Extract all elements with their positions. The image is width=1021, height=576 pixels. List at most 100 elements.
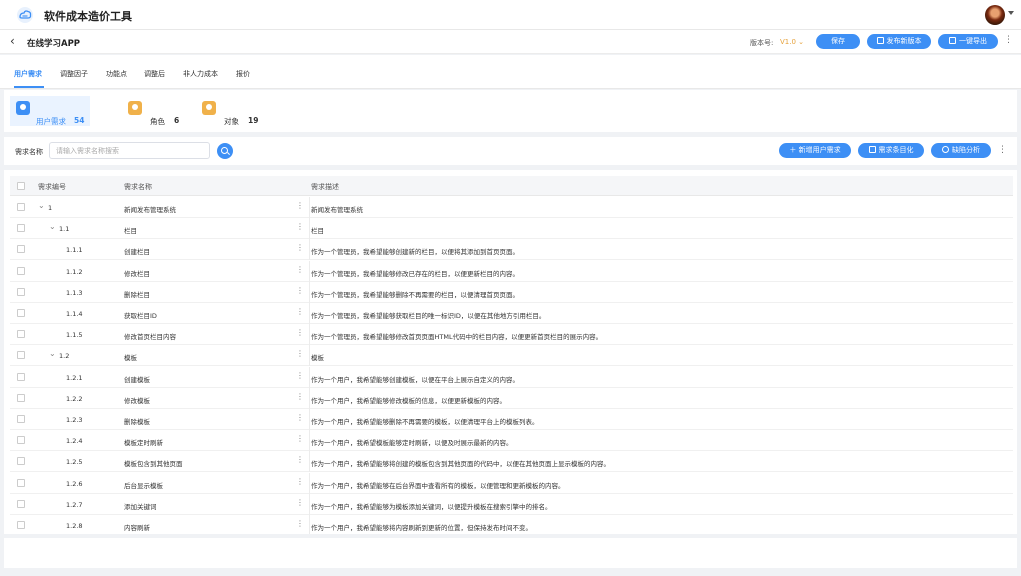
search-button[interactable]: [217, 143, 233, 159]
row-menu-icon[interactable]: ⋮: [296, 286, 304, 295]
row-menu-icon[interactable]: ⋮: [296, 520, 304, 528]
row-checkbox[interactable]: [17, 245, 25, 254]
stat-objects[interactable]: 对象 19: [196, 96, 266, 126]
requirement-id: 1.2.2: [66, 394, 83, 403]
requirement-id: 1.1.2: [66, 267, 83, 276]
new-requirement-button[interactable]: ＋ 新增用户需求: [779, 143, 851, 158]
row-menu-icon[interactable]: ⋮: [296, 202, 304, 210]
search-input[interactable]: [49, 142, 210, 159]
tab-user-requirements[interactable]: 用户需求: [14, 69, 42, 79]
table-header: 需求编号 需求名称 需求描述: [10, 176, 1013, 196]
stat-user-requirements[interactable]: 用户需求 54: [10, 96, 90, 126]
table-row[interactable]: ⌄ 1 新闻发布管理系统 ⋮ 新闻发布管理系统: [10, 197, 1013, 218]
row-menu-icon[interactable]: ⋮: [296, 350, 304, 358]
expand-chevron-icon[interactable]: ⌄: [49, 222, 56, 231]
row-menu-icon[interactable]: ⋮: [296, 371, 304, 380]
requirement-id: 1.2: [59, 352, 70, 361]
table-row[interactable]: 1.1.4 获取栏目ID ⋮ 作为一个管理员，我希望能够获取栏目的唯一标识ID，以便在…: [10, 303, 1013, 324]
row-menu-icon[interactable]: ⋮: [296, 477, 304, 486]
back-arrow-icon[interactable]: ‹: [10, 35, 15, 47]
table-row[interactable]: 1.2.7 添加关键词 ⋮ 作为一个用户，我希望能够为模板添加关键词，以便提升模板在搜…: [10, 493, 1013, 515]
stat-label: 用户需求: [36, 117, 66, 126]
requirement-description: 作为一个管理员，我希望能够删除不再需要的栏目，以便清理首页页面。: [311, 290, 519, 299]
row-menu-icon[interactable]: ⋮: [296, 265, 304, 274]
table-row[interactable]: 1.1.3 删除栏目 ⋮ 作为一个管理员，我希望能够删除不再需要的栏目，以便清理首页页…: [10, 281, 1013, 303]
requirements-toolbar: 需求名称 ＋ 新增用户需求 需求条目化 缺陷分析 ⋮: [4, 137, 1017, 165]
row-checkbox[interactable]: [17, 457, 25, 466]
row-menu-icon[interactable]: ⋮: [296, 498, 304, 507]
row-checkbox[interactable]: [17, 203, 25, 211]
tab-quotation[interactable]: 报价: [236, 69, 250, 79]
requirement-name: 后台显示模板: [124, 481, 163, 490]
column-divider: [309, 197, 310, 218]
row-menu-icon[interactable]: ⋮: [296, 456, 304, 464]
row-checkbox[interactable]: [17, 478, 25, 487]
expand-chevron-icon[interactable]: ⌄: [38, 201, 45, 210]
defect-analysis-button[interactable]: 缺陷分析: [931, 143, 991, 158]
expand-chevron-icon[interactable]: ⌄: [49, 349, 56, 358]
row-checkbox[interactable]: [17, 309, 25, 317]
user-avatar[interactable]: [985, 5, 1005, 25]
requirement-name: 创建模板: [124, 375, 150, 384]
itemize-label: 需求条目化: [878, 146, 914, 154]
row-menu-icon[interactable]: ⋮: [296, 392, 304, 401]
row-checkbox[interactable]: [17, 521, 25, 529]
row-checkbox[interactable]: [17, 224, 25, 233]
select-all-checkbox[interactable]: [17, 182, 25, 190]
tab-adjusted[interactable]: 调整后: [144, 69, 165, 79]
row-checkbox[interactable]: [17, 351, 25, 360]
export-button[interactable]: 一键导出: [938, 34, 998, 49]
row-menu-icon[interactable]: ⋮: [296, 308, 304, 316]
itemize-button[interactable]: 需求条目化: [858, 143, 924, 158]
table-row[interactable]: 1.1.5 修改首页栏目内容 ⋮ 作为一个管理员，我希望能够修改首页页面HTML代码中…: [10, 324, 1013, 346]
table-row[interactable]: 1.2.5 模板包含到其他页面 ⋮ 作为一个用户，我希望能够将创建的模板包含到其他页面…: [10, 451, 1013, 473]
row-checkbox[interactable]: [17, 393, 25, 402]
row-checkbox[interactable]: [17, 415, 25, 423]
table-row[interactable]: 1.2.8 内容刷新 ⋮ 作为一个用户，我希望能够将内容刷新到更新的位置，但保持发布时…: [10, 515, 1013, 534]
summary-stats: 用户需求 54 角色 6 对象 19: [4, 90, 1017, 132]
tab-non-labor-cost[interactable]: 非人力成本: [183, 69, 218, 79]
tab-adjustment-factor[interactable]: 调整因子: [60, 69, 88, 79]
caret-down-icon[interactable]: [1008, 11, 1014, 15]
column-divider: [309, 451, 310, 473]
more-vertical-icon[interactable]: ⋮: [1004, 36, 1013, 45]
row-checkbox[interactable]: [17, 330, 25, 339]
table-row[interactable]: ⌄ 1.2 模板 ⋮ 模板: [10, 345, 1013, 367]
row-checkbox[interactable]: [17, 499, 25, 508]
table-row[interactable]: 1.1.1 创建栏目 ⋮ 作为一个管理员，我希望能够创建新的栏目，以便将其添加到首页页…: [10, 239, 1013, 261]
stat-roles[interactable]: 角色 6: [122, 96, 192, 126]
column-divider: [309, 409, 310, 430]
publish-version-button[interactable]: 发布新版本: [867, 34, 931, 49]
requirement-id: 1.2.1: [66, 373, 83, 382]
row-checkbox[interactable]: [17, 287, 25, 296]
more-vertical-icon[interactable]: ⋮: [998, 146, 1007, 155]
table-row[interactable]: 1.2.4 模板定时刷新 ⋮ 作为一个用户，我希望模板能够定时刷新，以便及时展示最新的…: [10, 430, 1013, 452]
requirement-id: 1.2.5: [66, 458, 83, 467]
chevron-down-icon: ⌄: [798, 38, 805, 46]
tab-function-points[interactable]: 功能点: [106, 69, 127, 79]
version-select[interactable]: V1.0 ⌄: [780, 38, 804, 46]
table-row[interactable]: 1.2.3 删除模板 ⋮ 作为一个用户，我希望能够删除不再需要的模板，以便清理平台上的…: [10, 409, 1013, 430]
row-menu-icon[interactable]: ⋮: [296, 435, 304, 443]
table-row[interactable]: 1.2.6 后台显示模板 ⋮ 作为一个用户，我希望能够在后台界面中查看所有的模板，以便…: [10, 472, 1013, 494]
table-row[interactable]: 1.2.2 修改模板 ⋮ 作为一个用户，我希望能够修改模板的信息，以便更新模板的内容。: [10, 387, 1013, 409]
defect-analysis-label: 缺陷分析: [952, 146, 980, 154]
row-checkbox[interactable]: [17, 436, 25, 445]
column-divider: [309, 239, 310, 261]
row-menu-icon[interactable]: ⋮: [296, 414, 304, 422]
requirement-id: 1.2.7: [66, 500, 83, 509]
save-button[interactable]: 保存: [816, 34, 860, 49]
row-menu-icon[interactable]: ⋮: [296, 223, 304, 231]
requirement-name: 修改模板: [124, 396, 150, 405]
row-menu-icon[interactable]: ⋮: [296, 244, 304, 252]
requirement-name: 内容刷新: [124, 524, 150, 532]
requirements-table: 需求编号 需求名称 需求描述 ⌄ 1 新闻发布管理系统 ⋮ 新闻发布管理系统 ⌄ 1.1 栏目…: [4, 170, 1017, 534]
stat-count: 54: [74, 116, 85, 125]
column-divider: [309, 366, 310, 388]
table-row[interactable]: 1.1.2 修改栏目 ⋮ 作为一个管理员，我希望能够修改已存在的栏目，以便更新栏目的内…: [10, 260, 1013, 282]
row-checkbox[interactable]: [17, 372, 25, 381]
table-row[interactable]: 1.2.1 创建模板 ⋮ 作为一个用户，我希望能够创建模板，以便在平台上展示自定义的内…: [10, 366, 1013, 388]
row-menu-icon[interactable]: ⋮: [296, 329, 304, 337]
table-row[interactable]: ⌄ 1.1 栏目 ⋮ 栏目: [10, 218, 1013, 240]
row-checkbox[interactable]: [17, 266, 25, 275]
